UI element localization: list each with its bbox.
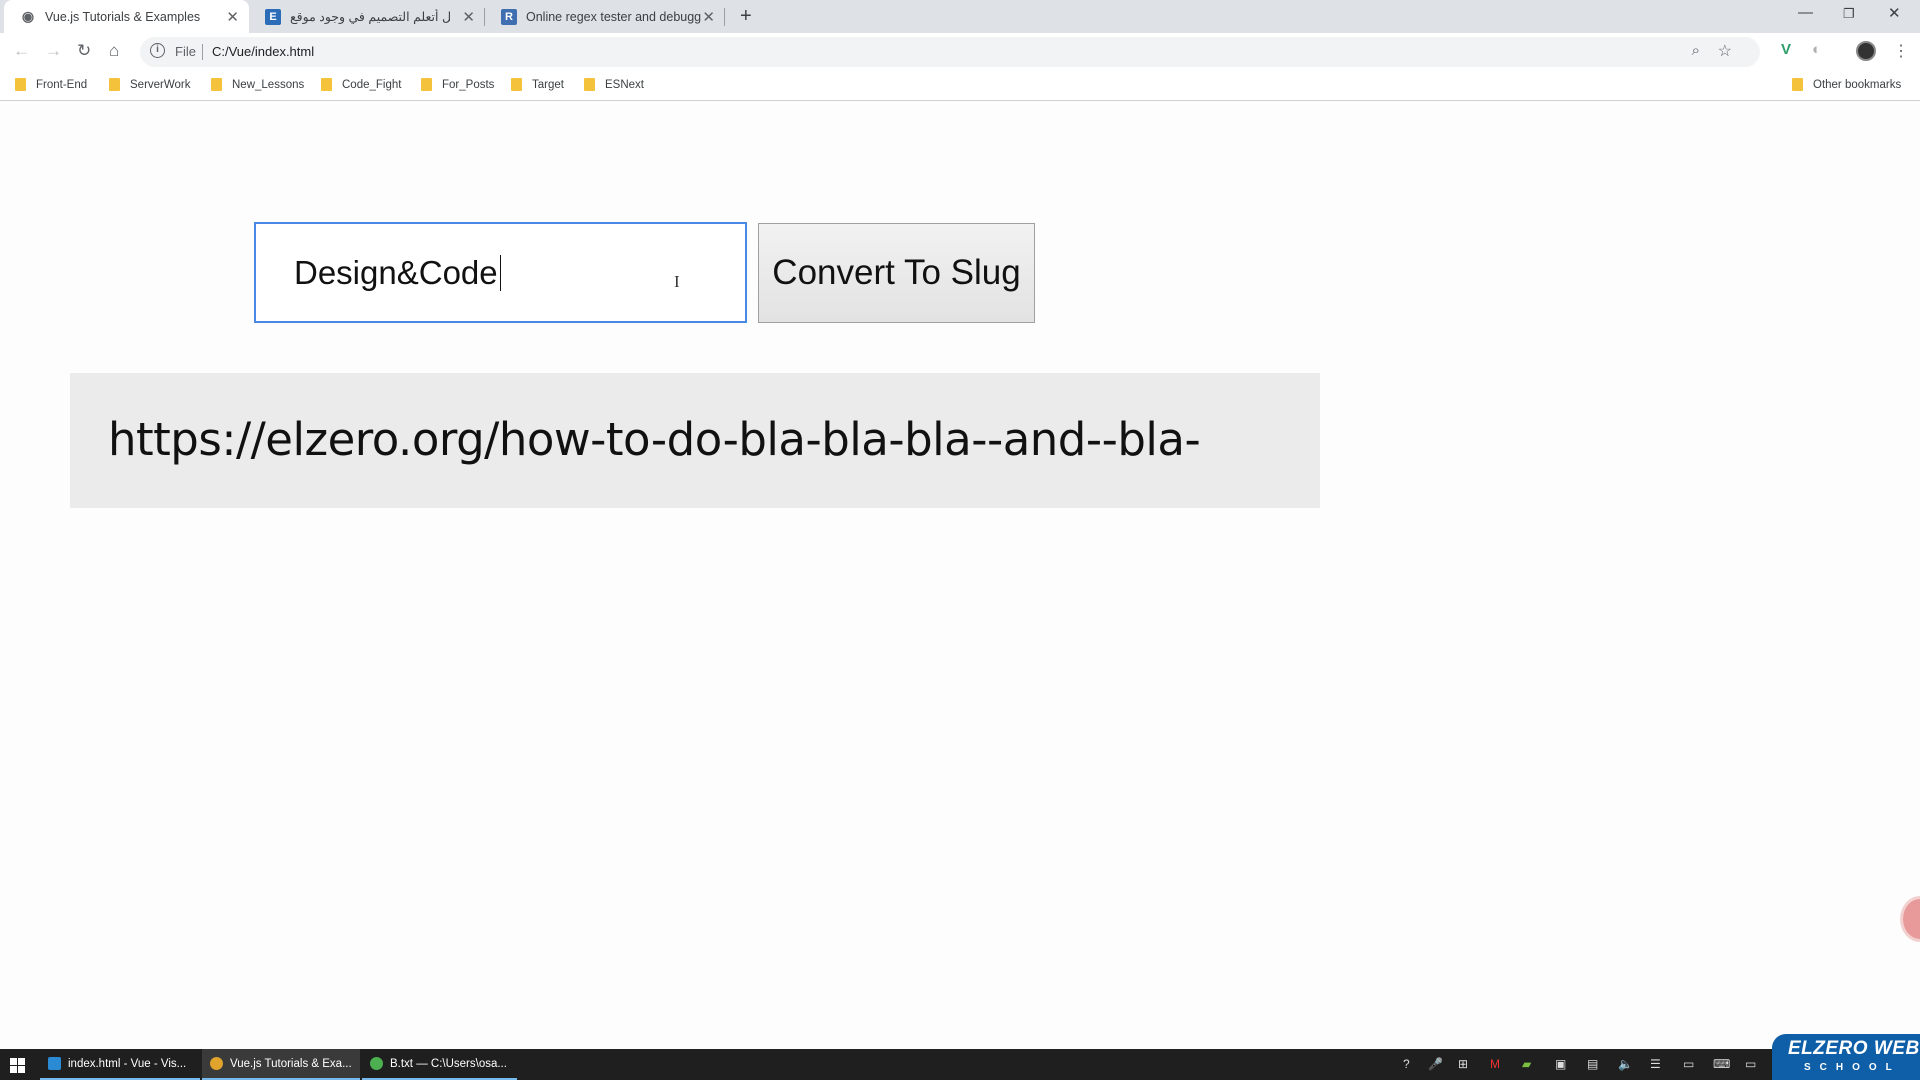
bookmark-target[interactable]: Target bbox=[511, 78, 564, 91]
home-icon[interactable]: ⌂ bbox=[109, 41, 119, 61]
tab-regex-tester[interactable]: R Online regex tester and debugge ✕ bbox=[485, 0, 725, 33]
profile-avatar-icon[interactable] bbox=[1856, 41, 1876, 61]
volume-icon[interactable]: 🔈 bbox=[1618, 1057, 1633, 1071]
bookmark-label: Front-End bbox=[36, 78, 88, 91]
text-caret bbox=[499, 254, 502, 291]
minimize-icon[interactable]: — bbox=[1798, 4, 1813, 21]
close-window-icon[interactable]: ✕ bbox=[1888, 4, 1901, 22]
folder-icon bbox=[1792, 78, 1803, 91]
tab-title: Vue.js Tutorials & Examples bbox=[45, 9, 201, 24]
tab-strip: ◉ Vue.js Tutorials & Examples ✕ E هل أتع… bbox=[0, 0, 1920, 33]
elzero-watermark-logo: ELZERO WEB SCHOOL bbox=[1772, 1034, 1920, 1080]
display-icon[interactable]: ▤ bbox=[1587, 1057, 1598, 1071]
slug-result-panel: https://elzero.org/how-to-do-bla-bla-bla… bbox=[70, 373, 1320, 508]
bookmarks-bar: Front-End ServerWork New_Lessons Code_Fi… bbox=[0, 71, 1920, 101]
url-text[interactable]: C:/Vue/index.html bbox=[212, 44, 314, 59]
close-tab-icon[interactable]: ✕ bbox=[702, 8, 715, 26]
bookmark-label: ServerWork bbox=[130, 78, 191, 91]
action-center-icon[interactable]: ▭ bbox=[1745, 1057, 1756, 1071]
chrome-icon bbox=[210, 1057, 223, 1070]
convert-to-slug-button[interactable]: Convert To Slug bbox=[758, 223, 1035, 323]
taskbar-item-vscode[interactable]: index.html - Vue - Vis... bbox=[40, 1049, 200, 1080]
tab-separator bbox=[724, 8, 725, 26]
bookmark-label: Target bbox=[532, 78, 564, 91]
address-bar[interactable]: i File C:/Vue/index.html ⌕ ☆ bbox=[140, 37, 1760, 67]
bookmark-label: Code_Fight bbox=[342, 78, 402, 91]
taskbar-item-label: B.txt — C:\Users\osa... bbox=[390, 1057, 507, 1070]
vue-devtools-icon[interactable]: V bbox=[1781, 41, 1791, 58]
close-tab-icon[interactable]: ✕ bbox=[226, 8, 239, 26]
bookmark-label: Other bookmarks bbox=[1813, 78, 1902, 91]
bookmark-serverwork[interactable]: ServerWork bbox=[109, 78, 191, 91]
app-tray-icon[interactable]: ▣ bbox=[1555, 1057, 1566, 1071]
taskbar-item-label: index.html - Vue - Vis... bbox=[68, 1057, 187, 1070]
editor-icon bbox=[370, 1057, 383, 1070]
taskbar-item-label: Vue.js Tutorials & Exa... bbox=[230, 1057, 352, 1070]
windows-start-icon[interactable] bbox=[10, 1058, 25, 1073]
r-favicon-icon: R bbox=[501, 8, 517, 25]
bookmark-front-end[interactable]: Front-End bbox=[15, 78, 87, 91]
menu-kebab-icon[interactable]: ⋮ bbox=[1893, 41, 1909, 61]
reload-icon[interactable]: ↻ bbox=[77, 41, 91, 61]
logo-line2: SCHOOL bbox=[1804, 1062, 1901, 1073]
zoom-icon[interactable]: ⌕ bbox=[1692, 42, 1700, 59]
input-value: Design&Code bbox=[294, 253, 498, 291]
new-tab-plus-icon[interactable]: + bbox=[740, 5, 752, 28]
folder-icon bbox=[511, 78, 522, 91]
bookmark-label: New_Lessons bbox=[232, 78, 305, 91]
vscode-icon bbox=[48, 1057, 61, 1070]
extension-icon[interactable]: ◐ bbox=[1812, 41, 1821, 58]
tab-title: Online regex tester and debugge bbox=[526, 9, 701, 24]
network-icon[interactable]: ⊞ bbox=[1458, 1057, 1468, 1071]
bookmark-label: ESNext bbox=[605, 78, 644, 91]
folder-icon bbox=[421, 78, 432, 91]
browser-toolbar: ← → ↻ ⌂ i File C:/Vue/index.html ⌕ ☆ V ◐… bbox=[0, 33, 1920, 71]
taskbar-item-chrome[interactable]: Vue.js Tutorials & Exa... bbox=[202, 1049, 360, 1080]
tab-vue-tutorials[interactable]: ◉ Vue.js Tutorials & Examples ✕ bbox=[4, 0, 249, 33]
help-icon[interactable]: ? bbox=[1403, 1057, 1410, 1071]
ibeam-cursor-icon: I bbox=[674, 272, 680, 291]
scheme-label: File bbox=[175, 44, 196, 59]
info-icon[interactable]: i bbox=[150, 43, 165, 58]
keyboard-icon[interactable]: ⌨ bbox=[1713, 1057, 1730, 1071]
bookmark-esnext[interactable]: ESNext bbox=[584, 78, 644, 91]
omnibox-divider bbox=[202, 44, 203, 60]
antivirus-icon[interactable]: M bbox=[1490, 1057, 1500, 1071]
forward-arrow-icon[interactable]: → bbox=[45, 41, 62, 61]
windows-taskbar: index.html - Vue - Vis... Vue.js Tutoria… bbox=[0, 1049, 1920, 1080]
bookmark-for-posts[interactable]: For_Posts bbox=[421, 78, 494, 91]
other-bookmarks[interactable]: Other bookmarks bbox=[1792, 78, 1901, 91]
bookmark-code-fight[interactable]: Code_Fight bbox=[321, 78, 401, 91]
microphone-icon[interactable]: 🎤 bbox=[1428, 1057, 1443, 1071]
wifi-icon[interactable]: ▭ bbox=[1683, 1057, 1694, 1071]
folder-icon bbox=[321, 78, 332, 91]
globe-icon: ◉ bbox=[21, 8, 35, 24]
notes-icon[interactable]: ☰ bbox=[1650, 1057, 1661, 1071]
bookmark-star-icon[interactable]: ☆ bbox=[1718, 41, 1732, 61]
bookmark-label: For_Posts bbox=[442, 78, 495, 91]
floating-chat-widget-icon[interactable] bbox=[1900, 896, 1920, 942]
restore-icon[interactable]: ❐ bbox=[1843, 6, 1855, 22]
taskbar-item-notepad[interactable]: B.txt — C:\Users\osa... bbox=[362, 1049, 517, 1080]
folder-icon bbox=[15, 78, 26, 91]
nvidia-icon[interactable]: ▰ bbox=[1522, 1057, 1531, 1071]
close-tab-icon[interactable]: ✕ bbox=[462, 8, 475, 26]
back-arrow-icon[interactable]: ← bbox=[13, 41, 30, 61]
folder-icon bbox=[211, 78, 222, 91]
e-favicon-icon: E bbox=[265, 8, 281, 25]
folder-icon bbox=[109, 78, 120, 91]
tab-title: هل أتعلم التصميم في وجود موقع bbox=[290, 10, 450, 24]
folder-icon bbox=[584, 78, 595, 91]
logo-line1: ELZERO WEB bbox=[1788, 1038, 1920, 1059]
tab-arabic-article[interactable]: E هل أتعلم التصميم في وجود موقع ✕ bbox=[249, 0, 485, 33]
slug-result-url: https://elzero.org/how-to-do-bla-bla-bla… bbox=[108, 413, 1201, 466]
bookmark-new-lessons[interactable]: New_Lessons bbox=[211, 78, 304, 91]
